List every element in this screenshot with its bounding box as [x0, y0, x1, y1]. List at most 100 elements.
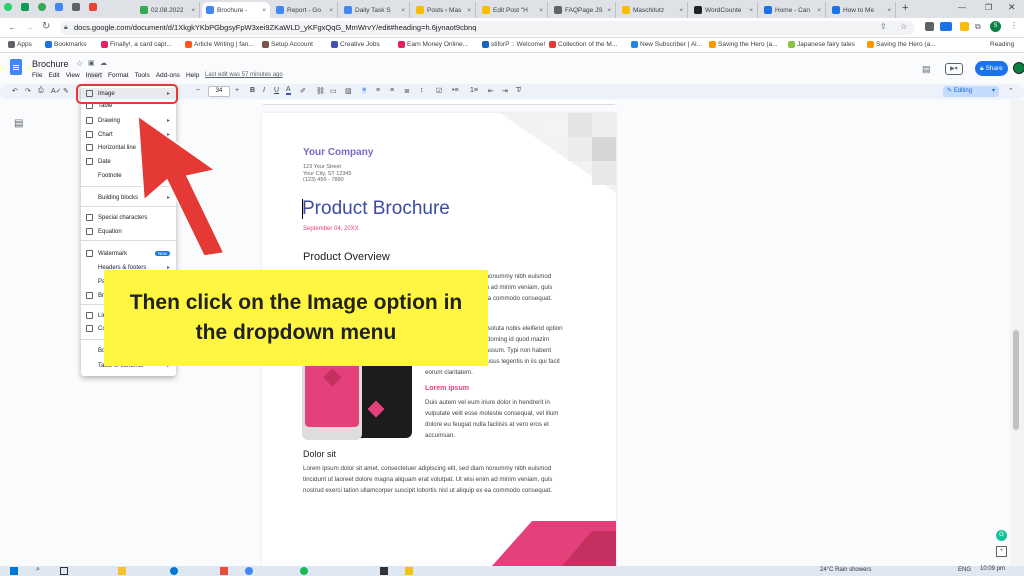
clock[interactable]: 10:09 pm [980, 566, 1005, 572]
puzzle-icon[interactable]: ⧉ [975, 22, 981, 32]
language-indicator[interactable]: ENG [958, 567, 971, 573]
window-minimize-icon[interactable]: — [958, 3, 966, 12]
bookmark-link[interactable]: Saving the Hero (a... [867, 41, 936, 48]
gmail-icon[interactable] [89, 3, 97, 11]
vertical-scrollbar[interactable] [1010, 100, 1024, 566]
align-center-icon[interactable]: ≡ [376, 87, 380, 94]
url-field[interactable]: 🔒︎ docs.google.com/document/d/1XkgkYKbPG… [60, 21, 915, 35]
comment-history-icon[interactable]: ▤ [922, 64, 931, 75]
tab-close-icon[interactable]: × [884, 7, 891, 14]
undo-icon[interactable]: ↶ [12, 87, 18, 95]
bookmark-link[interactable]: stiforP :: Welcome! [482, 41, 545, 48]
file-explorer-icon[interactable] [118, 567, 126, 575]
browser-tab[interactable]: Brochure - × [202, 2, 270, 18]
browser-tab[interactable]: WordCounte × [690, 2, 758, 18]
insert-image-icon[interactable]: ▨ [345, 87, 352, 95]
whatsapp-icon[interactable] [4, 3, 12, 11]
bookmark-link[interactable]: New Subscriber | Al... [631, 41, 702, 48]
media-icon[interactable] [72, 3, 80, 11]
scrollbar-thumb[interactable] [1013, 330, 1019, 430]
terminal-icon[interactable] [380, 567, 388, 575]
editing-mode-select[interactable]: ✎ Editing ▾ [943, 86, 999, 97]
bookmark-link[interactable]: Setup Account [262, 41, 313, 48]
app-icon[interactable] [220, 567, 228, 575]
extension-icon[interactable] [925, 22, 934, 31]
docs-logo-icon[interactable] [10, 59, 22, 75]
bookmark-link[interactable]: Earn Money Online... [398, 41, 468, 48]
windows-start-icon[interactable] [10, 567, 18, 575]
tab-close-icon[interactable]: × [746, 7, 753, 14]
browser-tab[interactable]: Report - Go × [272, 2, 338, 18]
doc-title[interactable]: Brochure [32, 59, 69, 69]
share-page-icon[interactable]: ⇪ [880, 22, 887, 31]
bookmark-link[interactable]: Article Writing | fan... [185, 41, 254, 48]
highlight-icon[interactable]: ✐ [300, 87, 306, 95]
tab-close-icon[interactable]: × [398, 7, 405, 14]
chrome-icon[interactable] [245, 567, 253, 575]
star-icon[interactable]: ☆ [900, 22, 907, 31]
bookmark-link[interactable]: Japanese fairy tales [788, 41, 855, 48]
justify-icon[interactable]: ≣ [404, 87, 410, 95]
menu-item-image[interactable]: Image ▸ [81, 88, 176, 99]
weather-status[interactable]: 24°C Rain showers [820, 567, 871, 573]
menu-file[interactable]: File [32, 72, 42, 79]
line-spacing-icon[interactable]: ↕ [420, 87, 424, 94]
sheets-icon[interactable] [21, 3, 29, 11]
grammarly-icon[interactable] [38, 3, 46, 11]
new-tab-button[interactable]: + [902, 2, 908, 14]
tab-close-icon[interactable]: × [676, 7, 683, 14]
move-folder-icon[interactable]: ▣ [88, 59, 95, 67]
star-doc-icon[interactable]: ☆ [76, 59, 83, 68]
taskbar-search-icon[interactable]: ⌕ [36, 566, 40, 574]
align-left-icon[interactable]: ≡ [362, 87, 367, 94]
bookmark-link[interactable]: Finally!, a card capt... [101, 41, 172, 48]
beta-extension-icon[interactable] [940, 22, 952, 31]
explore-icon[interactable]: + [996, 546, 1007, 557]
reload-icon[interactable]: ↻ [42, 21, 50, 32]
underline-icon[interactable]: U [274, 87, 279, 94]
tab-close-icon[interactable]: × [326, 7, 333, 14]
last-edit-link[interactable]: Last edit was 57 minutes ago [205, 72, 283, 78]
bold-icon[interactable]: B [250, 87, 255, 94]
share-button[interactable]: 🔒︎ Share [975, 61, 1008, 76]
skype-icon[interactable] [55, 3, 63, 11]
browser-tab[interactable]: Maschitutz × [618, 2, 688, 18]
browser-tab[interactable]: FAQPage JS × [550, 2, 616, 18]
tab-close-icon[interactable]: × [604, 7, 611, 14]
checklist-icon[interactable]: ☑ [436, 87, 442, 95]
grammarly-floating-icon[interactable]: G [996, 530, 1007, 541]
menu-tools[interactable]: Tools [135, 72, 150, 79]
menu-edit[interactable]: Edit [48, 72, 59, 79]
bookmark-link[interactable]: Creative Jobs [331, 41, 380, 48]
increase-indent-icon[interactable]: ⇥ [502, 87, 508, 95]
meet-icon[interactable]: ▶▾ [945, 63, 963, 75]
paint-format-icon[interactable]: ✎ [63, 87, 69, 95]
print-icon[interactable]: ⎙ [38, 87, 44, 95]
forward-arrow-icon[interactable]: → [25, 22, 34, 32]
notes-icon[interactable] [405, 567, 413, 575]
text-color-icon[interactable]: A [286, 86, 291, 95]
bookmark-link[interactable]: Saving the Hero (a... [709, 41, 778, 48]
window-close-icon[interactable]: ✕ [1008, 2, 1016, 13]
bookmark-link[interactable]: Bookmarks [45, 41, 87, 48]
edge-icon[interactable] [170, 567, 178, 575]
tab-close-icon[interactable]: × [536, 7, 543, 14]
bookmark-link[interactable]: Apps [8, 41, 32, 48]
browser-tab[interactable]: Posts ‹ Mas × [412, 2, 476, 18]
font-size-increase-icon[interactable]: + [235, 87, 239, 94]
align-right-icon[interactable]: ≡ [390, 87, 394, 94]
tab-close-icon[interactable]: × [188, 7, 195, 14]
spellcheck-icon[interactable]: A✓ [51, 87, 62, 95]
bulleted-list-icon[interactable]: •≡ [452, 87, 459, 94]
browser-tab[interactable]: How to Me × [828, 2, 896, 18]
font-size-decrease-icon[interactable]: − [196, 87, 200, 94]
menu-insert[interactable]: Insert [85, 72, 102, 79]
browser-tab[interactable]: Daily Task S × [340, 2, 410, 18]
tab-close-icon[interactable]: × [814, 7, 821, 14]
comment-toolbar-icon[interactable]: ▭ [330, 87, 337, 95]
browser-tab[interactable]: 02.08.2022 × [136, 2, 200, 18]
menu-help[interactable]: Help [186, 72, 199, 79]
browser-menu-icon[interactable]: ⋮ [1010, 21, 1018, 30]
numbered-list-icon[interactable]: 1≡ [470, 87, 478, 94]
italic-icon[interactable]: I [263, 87, 265, 94]
